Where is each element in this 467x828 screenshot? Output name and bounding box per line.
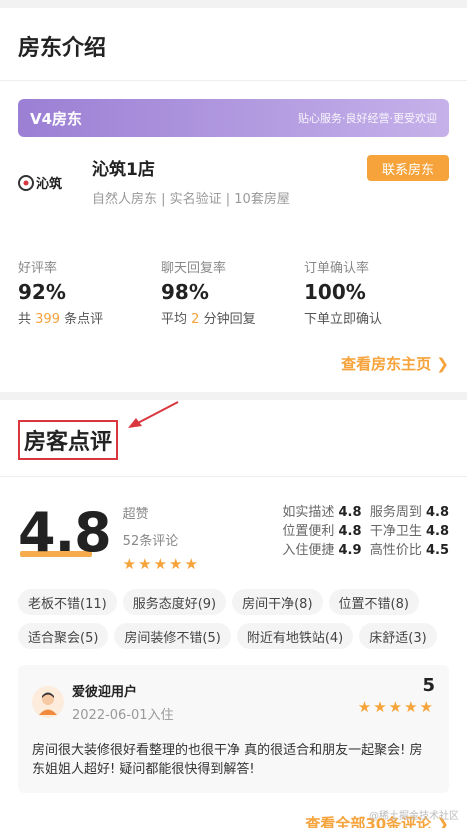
stat-label: 聊天回复率: [161, 261, 227, 276]
svg-text:沁筑: 沁筑: [36, 176, 62, 192]
review-score: 5: [422, 675, 435, 696]
host-stats: 好评率 92% 共 399 条点评 聊天回复率 98% 平均 2 分钟回复 订单…: [18, 257, 449, 327]
reviewer-name: 爱彼迎用户: [72, 685, 138, 700]
host-profile: 沁筑 沁筑1店 自然人房东 | 实名验证 | 10套房屋 联系房东: [18, 155, 449, 207]
host-tags: 自然人房东 | 实名验证 | 10套房屋: [92, 192, 290, 207]
overall-score: 4.8: [18, 501, 112, 564]
star-rating: ★★★★★: [122, 555, 200, 573]
watermark: @稀土掘金技术社区: [369, 811, 459, 822]
stat-value: 100%: [304, 280, 366, 304]
stat-label: 好评率: [18, 261, 58, 276]
stat-value: 98%: [161, 280, 209, 304]
user-avatar-icon: [39, 692, 57, 715]
subscore: 高性价比 4.5: [369, 543, 449, 558]
review-section: 房客点评 4.8 超赞 52条评论 ★★★★★ 如实描述 4.8 服务周到 4.…: [0, 400, 467, 828]
review-tag[interactable]: 服务态度好(9): [122, 589, 227, 615]
review-title-highlight: 房客点评: [18, 420, 119, 460]
review-text: 房间很大装修很好看整理的也很干净 真的很适合和朋友一起聚会! 房东姐姐人超好! …: [32, 743, 423, 777]
stat-label: 订单确认率: [304, 261, 370, 276]
stat-reply-rate: 聊天回复率 98% 平均 2 分钟回复: [161, 257, 304, 327]
rating-summary: 4.8 超赞 52条评论 ★★★★★ 如实描述 4.8 服务周到 4.8 位置便…: [18, 501, 449, 574]
review-section-title: 房客点评: [24, 430, 113, 455]
review-card: 爱彼迎用户 2022-06-01入住 5 ★★★★★ 房间很大装修很好看整理的也…: [18, 665, 449, 793]
host-section: 房东介绍 V4房东 贴心服务·良好经营·更受欢迎 沁筑 沁筑1店 自然人房东 |…: [0, 8, 467, 392]
host-level-slogan: 贴心服务·良好经营·更受欢迎: [298, 112, 437, 125]
subscore: 位置便利 4.8: [282, 524, 362, 539]
review-tag[interactable]: 老板不错(11): [18, 589, 117, 615]
review-tag[interactable]: 床舒适(3): [359, 623, 437, 649]
review-tag[interactable]: 附近有地铁站(4): [236, 623, 354, 649]
subscore: 服务周到 4.8: [369, 505, 449, 520]
stat-confirm-rate: 订单确认率 100% 下单立即确认: [304, 257, 447, 327]
review-tag[interactable]: 房间装修不错(5): [114, 623, 231, 649]
stat-sub: 平均 2 分钟回复: [161, 312, 256, 327]
stat-positive-rate: 好评率 92% 共 399 条点评: [18, 257, 161, 327]
top-gap: [0, 0, 467, 8]
subscore: 入住便捷 4.9: [282, 543, 362, 558]
host-section-title: 房东介绍: [18, 36, 107, 61]
divider: [0, 80, 467, 81]
rating-level: 超赞: [122, 507, 149, 522]
host-level-banner: V4房东 贴心服务·良好经营·更受欢迎: [18, 99, 449, 137]
section-gap: [0, 392, 467, 400]
host-level-label: V4房东: [30, 109, 83, 128]
review-date: 2022-06-01入住: [72, 708, 174, 723]
chevron-right-icon: ❯: [436, 355, 449, 373]
subscore: 如实描述 4.8: [282, 505, 362, 520]
stat-sub: 下单立即确认: [304, 312, 383, 327]
host-logo: 沁筑: [18, 161, 78, 205]
subscore: 干净卫生 4.8: [369, 524, 449, 539]
stat-sub: 共 399 条点评: [18, 312, 104, 327]
star-rating: ★★★★★: [357, 698, 435, 716]
stat-value: 92%: [18, 280, 66, 304]
annotation-arrow-icon: [128, 401, 179, 428]
contact-host-button[interactable]: 联系房东: [367, 155, 449, 181]
divider: [0, 476, 467, 477]
subscores: 如实描述 4.8 服务周到 4.8 位置便利 4.8 干净卫生 4.8 入住便捷…: [282, 503, 449, 560]
view-host-page-link[interactable]: 查看房东主页 ❯: [18, 353, 449, 374]
review-tag[interactable]: 位置不错(8): [328, 589, 419, 615]
avatar: [32, 686, 64, 718]
review-tags: 老板不错(11) 服务态度好(9) 房间干净(8) 位置不错(8) 适合聚会(5…: [18, 589, 449, 649]
review-count: 52条评论: [122, 534, 179, 549]
review-tag[interactable]: 房间干净(8): [232, 589, 323, 615]
review-tag[interactable]: 适合聚会(5): [18, 623, 109, 649]
